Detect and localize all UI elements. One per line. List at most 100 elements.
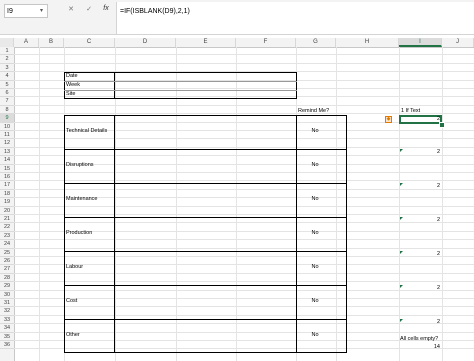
- error-indicator-icon: [400, 251, 403, 254]
- insert-function-icon[interactable]: fx: [101, 5, 111, 12]
- section-label: Disruptions: [66, 162, 94, 168]
- if-text-value[interactable]: 2: [400, 149, 440, 155]
- section-label: Cost: [66, 298, 78, 304]
- row-header-25[interactable]: 25: [0, 248, 14, 257]
- remind-dropdown[interactable]: No: [297, 230, 333, 236]
- row-header-3[interactable]: 3: [0, 63, 14, 73]
- row-header-36[interactable]: 36: [0, 341, 14, 350]
- formula-input[interactable]: =IF(ISBLANK(D9),2,1): [116, 2, 474, 34]
- chevron-down-icon[interactable]: ▾: [40, 7, 43, 14]
- section-input[interactable]: [115, 218, 295, 250]
- column-header-g[interactable]: G: [296, 38, 336, 47]
- if-text-header: 1 If Text: [401, 108, 421, 114]
- column-header-b[interactable]: B: [39, 38, 64, 47]
- remind-dropdown[interactable]: No: [297, 196, 333, 202]
- site-label: Site: [66, 91, 76, 97]
- if-text-value[interactable]: 2: [400, 251, 440, 257]
- row-header-30[interactable]: 30: [0, 290, 14, 299]
- if-text-value[interactable]: 2: [400, 116, 440, 122]
- row-header-22[interactable]: 22: [0, 223, 14, 232]
- remind-dropdown[interactable]: No: [297, 128, 333, 134]
- remind-dropdown[interactable]: No: [297, 264, 333, 270]
- section-label: Maintenance: [66, 196, 98, 202]
- error-smart-tag-icon[interactable]: ◆: [385, 116, 392, 123]
- section-label: Technical Details: [66, 128, 108, 134]
- remind-me-header: Remind Me?: [298, 108, 330, 114]
- error-indicator-icon: [400, 183, 403, 186]
- error-indicator-icon: [400, 217, 403, 220]
- row-header-10[interactable]: 10: [0, 122, 14, 131]
- section-input[interactable]: [115, 320, 295, 352]
- row-header-17[interactable]: 17: [0, 181, 14, 190]
- row-header-4[interactable]: 4: [0, 72, 14, 81]
- row-header-20[interactable]: 20: [0, 206, 14, 215]
- select-all-corner[interactable]: [0, 38, 14, 47]
- row-header-15[interactable]: 15: [0, 164, 14, 173]
- row-header-8[interactable]: 8: [0, 105, 14, 115]
- row-header-5[interactable]: 5: [0, 80, 14, 89]
- week-label: Week: [66, 82, 80, 88]
- row-header-12[interactable]: 12: [0, 139, 14, 148]
- site-input[interactable]: [115, 91, 296, 99]
- remind-dropdown[interactable]: No: [297, 162, 333, 168]
- column-header-h[interactable]: H: [336, 38, 399, 47]
- error-indicator-icon: [400, 319, 403, 322]
- section-input[interactable]: [115, 150, 295, 182]
- row-header-29[interactable]: 29: [0, 282, 14, 291]
- column-header-a[interactable]: A: [14, 38, 39, 47]
- error-indicator-icon: [400, 149, 403, 152]
- row-header-34[interactable]: 34: [0, 324, 14, 333]
- column-header-d[interactable]: D: [115, 38, 176, 47]
- row-header-13[interactable]: 13: [0, 147, 14, 157]
- column-header-f[interactable]: F: [236, 38, 296, 47]
- if-text-value[interactable]: 2: [400, 319, 440, 325]
- row-header-27[interactable]: 27: [0, 265, 14, 274]
- row-header-32[interactable]: 32: [0, 307, 14, 316]
- row-header-23[interactable]: 23: [0, 231, 14, 241]
- week-input[interactable]: [115, 82, 296, 90]
- row-header-9[interactable]: 9: [0, 114, 14, 123]
- section-input[interactable]: [115, 116, 295, 148]
- column-header-e[interactable]: E: [176, 38, 236, 47]
- date-input[interactable]: [115, 73, 296, 81]
- row-header-16[interactable]: 16: [0, 173, 14, 182]
- row-header-21[interactable]: 21: [0, 215, 14, 224]
- section-input[interactable]: [115, 286, 295, 318]
- grid-line: [14, 104, 474, 106]
- column-header-c[interactable]: C: [64, 38, 115, 47]
- column-header-i[interactable]: I: [399, 38, 442, 47]
- row-header-18[interactable]: 18: [0, 189, 14, 199]
- if-text-value[interactable]: 2: [400, 217, 440, 223]
- if-text-value[interactable]: 2: [400, 285, 440, 291]
- row-header-26[interactable]: 26: [0, 257, 14, 266]
- row-header-7[interactable]: 7: [0, 97, 14, 106]
- if-text-value[interactable]: 2: [400, 183, 440, 189]
- section-label: Labour: [66, 264, 84, 270]
- cancel-icon[interactable]: ✕: [66, 5, 76, 13]
- row-header-31[interactable]: 31: [0, 299, 14, 308]
- remind-dropdown[interactable]: No: [297, 298, 333, 304]
- row-header-1[interactable]: 1: [0, 47, 14, 56]
- row-header-33[interactable]: 33: [0, 315, 14, 325]
- row-header-24[interactable]: 24: [0, 240, 14, 249]
- row-header-14[interactable]: 14: [0, 156, 14, 165]
- fill-handle[interactable]: [439, 122, 445, 128]
- error-indicator-icon: [400, 285, 403, 288]
- row-header-6[interactable]: 6: [0, 89, 14, 98]
- column-header-j[interactable]: J: [442, 38, 474, 47]
- row-header-35[interactable]: 35: [0, 332, 14, 341]
- section-label: Production: [66, 230, 93, 236]
- section-label: Other: [66, 332, 80, 338]
- row-header-2[interactable]: 2: [0, 55, 14, 64]
- row-header-19[interactable]: 19: [0, 198, 14, 207]
- section-input[interactable]: [115, 252, 295, 284]
- column-header-bar: A B C D E F G H I J: [0, 38, 474, 48]
- all-cells-empty-value[interactable]: 14: [400, 344, 440, 350]
- row-header-11[interactable]: 11: [0, 131, 14, 140]
- row-header-28[interactable]: 28: [0, 273, 14, 283]
- enter-icon[interactable]: ✓: [84, 5, 94, 13]
- remind-dropdown[interactable]: No: [297, 332, 333, 338]
- date-label: Date: [66, 73, 78, 79]
- section-input[interactable]: [115, 184, 295, 216]
- grid-line: [14, 54, 474, 56]
